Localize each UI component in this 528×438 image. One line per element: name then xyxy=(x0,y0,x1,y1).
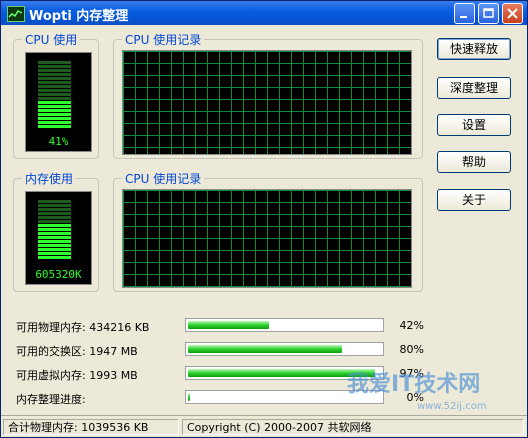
close-icon xyxy=(507,8,518,19)
meter-segment xyxy=(38,224,71,227)
available-swap-percent: 80% xyxy=(399,343,424,356)
meter-segment xyxy=(38,97,71,100)
clean-progress-label: 内存整理进度: xyxy=(16,393,86,406)
maximize-icon xyxy=(483,8,494,18)
meter-segment xyxy=(38,248,71,251)
quick-release-button[interactable]: 快速释放 xyxy=(437,38,511,60)
cpu-history-graph-bottom xyxy=(122,189,412,288)
memory-usage-value: 605320K xyxy=(35,268,82,281)
available-virtual-memory-label: 可用虚拟内存: 1993 MB xyxy=(16,369,138,382)
meter-segment xyxy=(38,69,71,72)
clean-progress-fill xyxy=(188,393,190,401)
cpu-usage-value: 41% xyxy=(48,135,69,148)
cpu-history-panel-top: CPU 使用记录 xyxy=(113,31,423,159)
meter-segment xyxy=(38,216,71,219)
available-virtual-memory-percent: 97% xyxy=(399,367,424,380)
meter-segment xyxy=(38,125,71,128)
meter-segment xyxy=(38,240,71,243)
minimize-button[interactable] xyxy=(454,3,475,24)
meter-segment xyxy=(38,117,71,120)
available-swap-bar xyxy=(185,342,384,356)
meter-segment xyxy=(38,232,71,235)
available-physical-memory-label: 可用物理内存: 434216 KB xyxy=(16,321,150,334)
cpu-usage-panel: CPU 使用 41% xyxy=(13,31,99,159)
cpu-meter: 41% xyxy=(25,52,92,152)
meter-segment xyxy=(38,208,71,211)
close-button[interactable] xyxy=(502,3,523,24)
clean-progress-percent: 0% xyxy=(406,391,424,404)
available-physical-memory-fill xyxy=(188,321,269,329)
meter-segment xyxy=(38,101,71,104)
memory-usage-legend: 内存使用 xyxy=(22,170,77,187)
cpu-history-legend-bottom: CPU 使用记录 xyxy=(122,170,205,187)
meter-segment xyxy=(38,61,71,64)
cpu-history-legend-top: CPU 使用记录 xyxy=(122,31,205,48)
cpu-history-graph-top xyxy=(122,50,412,155)
meter-segment xyxy=(38,85,71,88)
meter-segment xyxy=(38,228,71,231)
cpu-history-panel-bottom: CPU 使用记录 xyxy=(113,170,423,292)
meter-segment xyxy=(38,121,71,124)
meter-segment xyxy=(38,200,71,203)
title-bar[interactable]: Wopti 内存整理 xyxy=(1,1,527,25)
meter-segment xyxy=(38,65,71,68)
meter-segment xyxy=(38,73,71,76)
available-physical-memory-bar xyxy=(185,318,384,332)
deep-clean-button[interactable]: 深度整理 xyxy=(437,77,511,99)
available-swap-fill xyxy=(188,345,342,353)
available-swap-label: 可用的交换区: 1947 MB xyxy=(16,345,138,358)
available-virtual-memory-bar xyxy=(185,366,384,380)
about-button[interactable]: 关于 xyxy=(437,189,511,211)
minimize-icon xyxy=(460,16,467,18)
settings-button[interactable]: 设置 xyxy=(437,114,511,136)
meter-segment xyxy=(38,105,71,108)
memory-usage-panel: 内存使用 605320K xyxy=(13,170,99,292)
total-physical-memory: 合计物理内存: 1039536 KB xyxy=(3,419,179,435)
watermark-sub-text: www.52ij.com xyxy=(417,401,487,412)
meter-segment xyxy=(38,89,71,92)
window-title: Wopti 内存整理 xyxy=(29,9,129,24)
meter-segment xyxy=(38,236,71,239)
clean-progress-bar xyxy=(185,390,384,404)
status-bar: 合计物理内存: 1039536 KB Copyright (C) 2000-20… xyxy=(1,415,527,437)
memory-meter: 605320K xyxy=(25,191,92,285)
meter-segment xyxy=(38,77,71,80)
meter-segment xyxy=(38,204,71,207)
maximize-button[interactable] xyxy=(478,3,499,24)
app-icon xyxy=(7,6,25,22)
copyright-text: Copyright (C) 2000-2007 共软网络 xyxy=(182,419,524,435)
meter-segment xyxy=(38,81,71,84)
available-virtual-memory-fill xyxy=(188,369,375,377)
meter-segment xyxy=(38,244,71,247)
meter-segment xyxy=(38,256,71,259)
meter-segment xyxy=(38,109,71,112)
help-button[interactable]: 帮助 xyxy=(437,151,511,173)
meter-segment xyxy=(38,93,71,96)
meter-segment xyxy=(38,212,71,215)
available-physical-memory-percent: 42% xyxy=(399,319,424,332)
meter-segment xyxy=(38,113,71,116)
meter-segment xyxy=(38,220,71,223)
cpu-usage-legend: CPU 使用 xyxy=(22,31,81,48)
meter-segment xyxy=(38,252,71,255)
main-window: Wopti 内存整理 CPU 使用 41% CPU 使用记录 内存使用 6053… xyxy=(0,0,528,438)
